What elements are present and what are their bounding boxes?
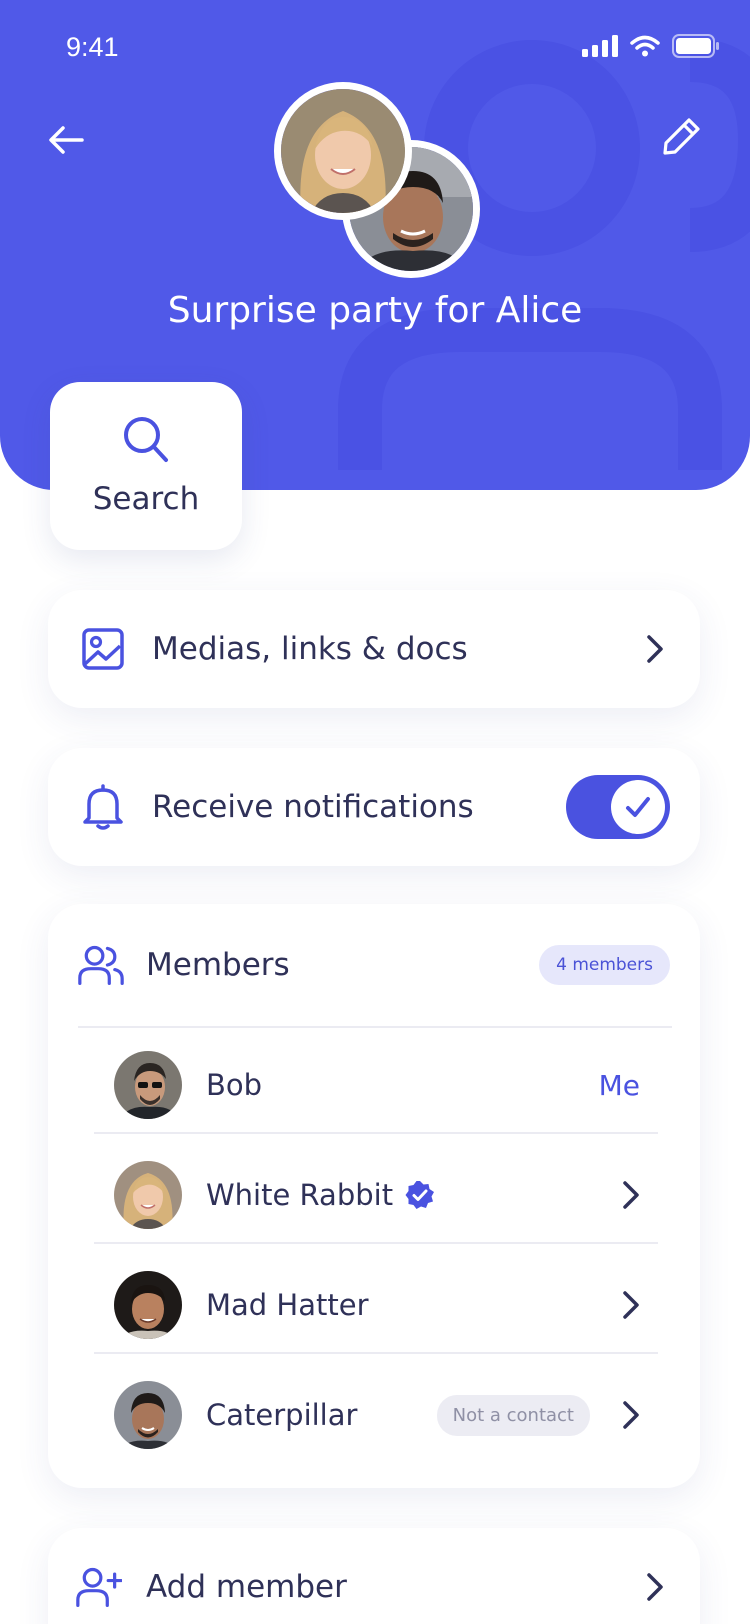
group-title: Surprise party for Alice	[167, 290, 583, 331]
chevron-right-icon	[616, 1180, 646, 1210]
member-row-caterpillar[interactable]: Caterpillar Not a contact	[94, 1358, 658, 1472]
man-portrait-icon	[114, 1381, 182, 1449]
status-time: 9:41	[66, 32, 119, 62]
member-row-mad-hatter[interactable]: Mad Hatter	[94, 1248, 658, 1362]
avatar	[114, 1271, 182, 1339]
man-sunglasses-portrait-icon	[114, 1051, 182, 1119]
member-name: White Rabbit	[206, 1178, 616, 1212]
search-button[interactable]: Search	[50, 382, 242, 550]
me-label: Me	[598, 1068, 640, 1102]
search-icon	[124, 417, 168, 462]
members-title: Members	[146, 947, 290, 983]
member-name: Bob	[206, 1068, 263, 1102]
image-icon	[80, 626, 126, 672]
notifications-label: Receive notifications	[152, 789, 474, 825]
member-name: Mad Hatter	[206, 1288, 369, 1322]
divider	[94, 1242, 658, 1244]
avatar	[114, 1381, 182, 1449]
avatar	[114, 1051, 182, 1119]
member-row-bob[interactable]: Bob Me	[94, 1028, 658, 1142]
member-row-white-rabbit[interactable]: White Rabbit	[94, 1138, 658, 1252]
members-count-badge: 4 members	[539, 945, 670, 985]
checkmark-icon	[626, 797, 650, 817]
add-member-row[interactable]: Add member	[48, 1528, 700, 1624]
not-a-contact-badge: Not a contact	[436, 1394, 590, 1436]
battery-icon	[672, 34, 719, 58]
toggle-knob	[611, 780, 665, 834]
notifications-row: Receive notifications	[48, 748, 700, 866]
status-bar: 9:41	[0, 0, 750, 100]
group-avatar-woman	[274, 82, 412, 220]
divider	[94, 1132, 658, 1134]
notifications-toggle[interactable]	[566, 775, 670, 839]
wifi-icon	[630, 35, 660, 57]
media-links-docs-label: Medias, links & docs	[152, 631, 468, 667]
back-button[interactable]	[44, 118, 88, 162]
member-name-text: White Rabbit	[206, 1178, 394, 1212]
members-header: Members 4 members	[48, 904, 700, 1026]
chevron-right-icon	[640, 1572, 670, 1602]
woman-portrait-icon	[114, 1161, 182, 1229]
member-name: Caterpillar	[206, 1398, 358, 1432]
search-label: Search	[92, 481, 200, 517]
bell-icon	[80, 784, 126, 830]
edit-button[interactable]	[658, 112, 706, 160]
divider	[94, 1352, 658, 1354]
avatar	[114, 1161, 182, 1229]
add-member-inner: Add member	[48, 1528, 700, 1624]
status-icons	[582, 34, 720, 58]
verified-badge-icon	[405, 1181, 435, 1209]
arrow-left-icon	[49, 126, 84, 154]
users-icon	[78, 942, 124, 988]
pencil-icon	[663, 118, 700, 155]
media-links-docs-row[interactable]: Medias, links & docs	[48, 590, 700, 708]
chevron-right-icon	[616, 1400, 646, 1430]
chevron-right-icon	[616, 1290, 646, 1320]
add-user-icon	[76, 1564, 122, 1610]
man-portrait-icon	[114, 1271, 182, 1339]
woman-portrait-icon	[281, 89, 405, 213]
cellular-signal-icon	[582, 35, 618, 57]
add-member-label: Add member	[146, 1569, 347, 1605]
chevron-right-icon	[640, 634, 670, 664]
members-card: Members 4 members Bob Me White Rabbit Ma…	[48, 904, 700, 1488]
